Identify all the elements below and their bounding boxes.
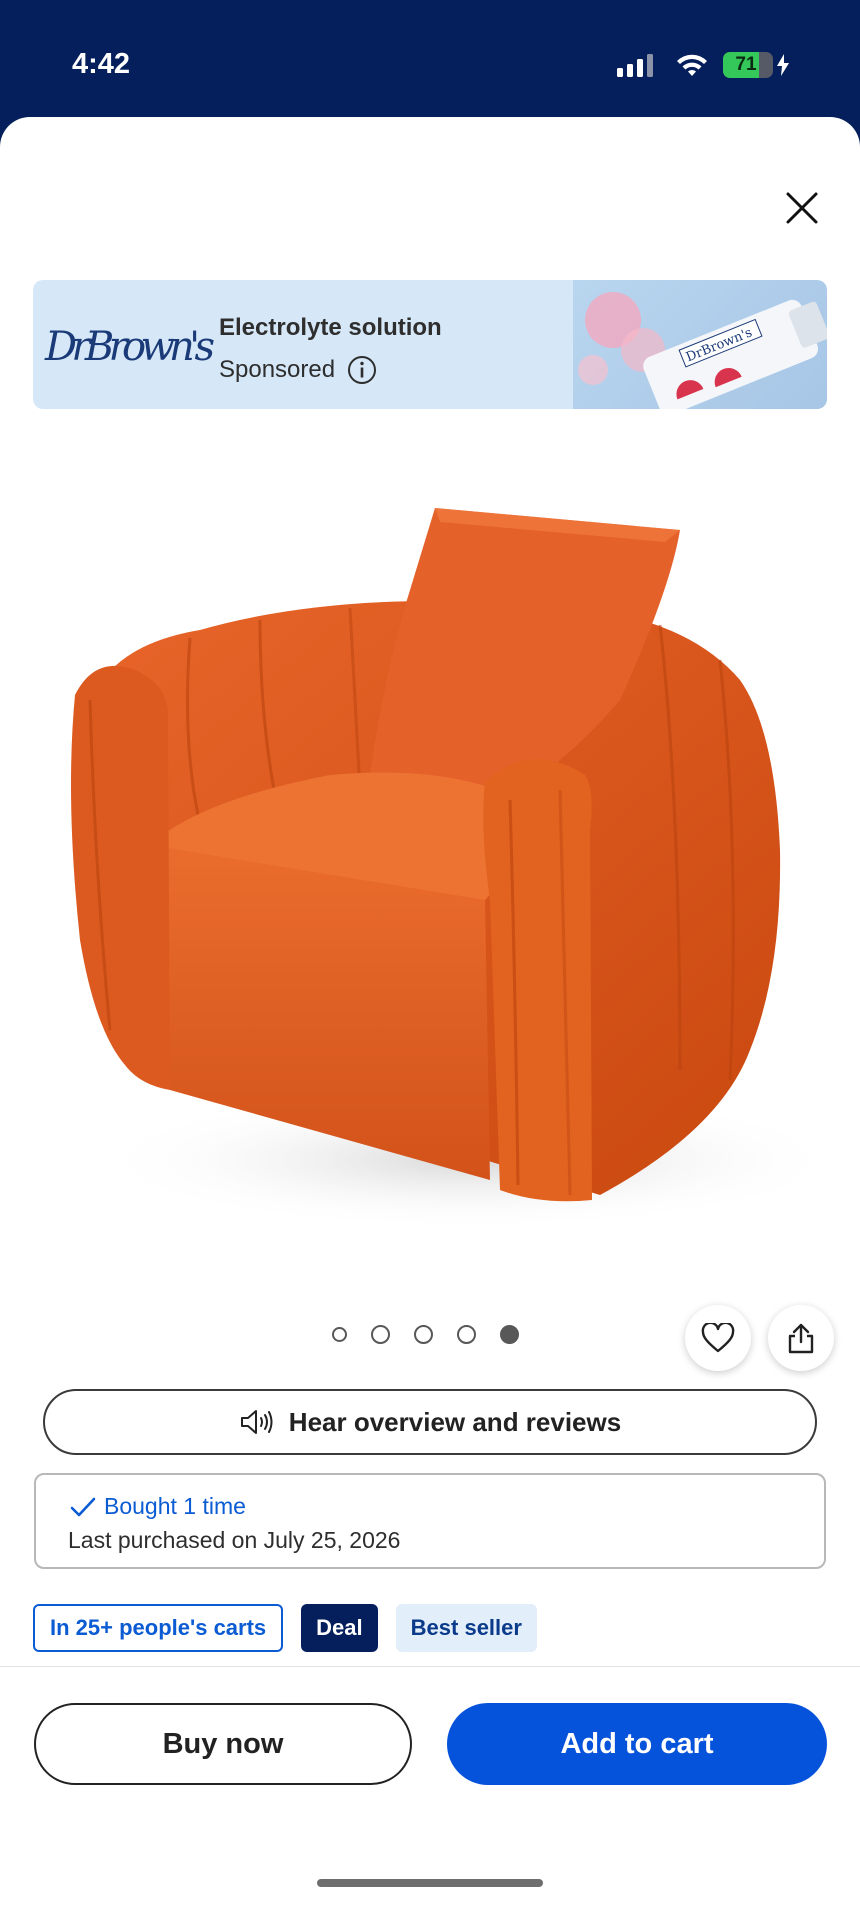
- carousel-dot[interactable]: [457, 1325, 476, 1344]
- checkmark-icon: [70, 1497, 96, 1516]
- favorite-button[interactable]: [685, 1305, 751, 1371]
- brand-logo: DrBrown's: [44, 324, 215, 370]
- hear-overview-label: Hear overview and reviews: [288, 1406, 622, 1437]
- close-button[interactable]: [774, 180, 830, 236]
- cellular-signal-icon: [617, 54, 653, 77]
- best-seller-badge: Best seller: [395, 1604, 537, 1652]
- status-bar: 4:42 71: [0, 0, 860, 118]
- ad-product-image: DrBrown's: [573, 280, 827, 409]
- home-indicator: [317, 1879, 543, 1887]
- battery-level: 71: [735, 54, 757, 75]
- carts-badge: In 25+ people's carts: [33, 1604, 284, 1652]
- close-icon: [786, 192, 818, 224]
- battery-icon: 71: [723, 52, 790, 78]
- ad-title: Electrolyte solution: [219, 314, 442, 341]
- share-button[interactable]: [768, 1305, 834, 1371]
- purchase-history-box: Bought 1 time Last purchased on July 25,…: [34, 1473, 826, 1569]
- carousel-dot[interactable]: [332, 1327, 347, 1342]
- add-to-cart-button[interactable]: Add to cart: [447, 1703, 827, 1785]
- info-icon[interactable]: [347, 355, 377, 385]
- share-icon: [788, 1323, 814, 1354]
- sponsored-label: Sponsored: [219, 356, 336, 383]
- bought-row: Bought 1 time: [70, 1493, 246, 1520]
- carousel-dot[interactable]: [371, 1325, 390, 1344]
- product-image[interactable]: [40, 470, 860, 1270]
- hear-overview-button[interactable]: Hear overview and reviews: [43, 1389, 817, 1455]
- deal-badge: Deal: [301, 1604, 378, 1652]
- image-carousel-dots: [332, 1325, 519, 1344]
- last-purchased-date: Last purchased on July 25, 2026: [68, 1527, 401, 1553]
- wifi-icon: [677, 54, 707, 76]
- ad-sponsored-row: Sponsored: [219, 355, 377, 385]
- divider: [0, 1666, 860, 1667]
- bought-label: Bought 1 time: [104, 1493, 246, 1519]
- product-tags: In 25+ people's carts Deal Best seller: [33, 1604, 537, 1652]
- sponsored-ad-banner[interactable]: DrBrown's Electrolyte solution Sponsored…: [33, 280, 827, 409]
- status-time: 4:42: [72, 48, 131, 80]
- heart-icon: [701, 1323, 735, 1353]
- buy-now-button[interactable]: Buy now: [34, 1703, 412, 1785]
- svg-text:DrBrown's: DrBrown's: [44, 324, 215, 370]
- carousel-dot[interactable]: [414, 1325, 433, 1344]
- charging-bolt-icon: [777, 54, 789, 76]
- speaker-icon: [240, 1410, 273, 1434]
- carousel-dot-active[interactable]: [500, 1325, 519, 1344]
- status-icons: 71: [617, 52, 790, 78]
